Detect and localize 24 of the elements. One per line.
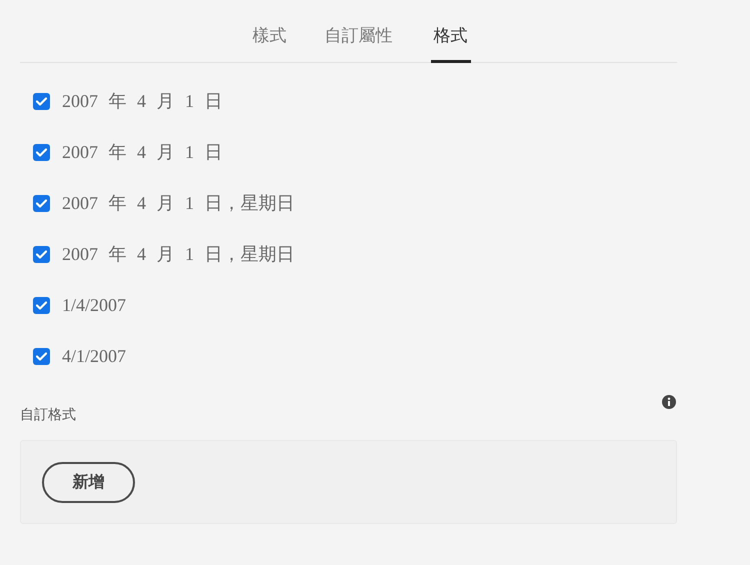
- checkmark-icon: [36, 250, 47, 258]
- tab[interactable]: 自訂屬性: [324, 22, 392, 63]
- date-format-label: 1/4/2007: [62, 294, 126, 316]
- checkbox[interactable]: [33, 144, 50, 160]
- date-format-label: 2007 年 4 月 1 日，星期日: [62, 192, 294, 215]
- checkmark-icon: [36, 198, 47, 208]
- checkbox[interactable]: [33, 92, 50, 110]
- date-format-label: 4/1/2007: [62, 346, 126, 366]
- checkbox[interactable]: [33, 296, 50, 314]
- add-button[interactable]: 新增: [42, 462, 135, 503]
- date-format-label: 2007 年 4 月 1 日，星期日: [62, 243, 294, 266]
- date-format-label: 2007 年 4 月 1 日: [62, 90, 222, 113]
- tab[interactable]: 樣式: [252, 22, 286, 63]
- checkmark-icon: [36, 148, 47, 156]
- checkmark-icon: [36, 96, 47, 106]
- checkbox[interactable]: [33, 348, 50, 364]
- info-icon[interactable]: [662, 395, 676, 409]
- checkbox[interactable]: [33, 194, 50, 212]
- date-format-label: 2007 年 4 月 1 日: [62, 141, 222, 164]
- custom-format-label: 自訂格式: [20, 406, 76, 425]
- tab[interactable]: 格式: [430, 22, 470, 63]
- checkmark-icon: [36, 352, 47, 360]
- checkbox[interactable]: [33, 246, 50, 262]
- checkmark-icon: [36, 300, 47, 310]
